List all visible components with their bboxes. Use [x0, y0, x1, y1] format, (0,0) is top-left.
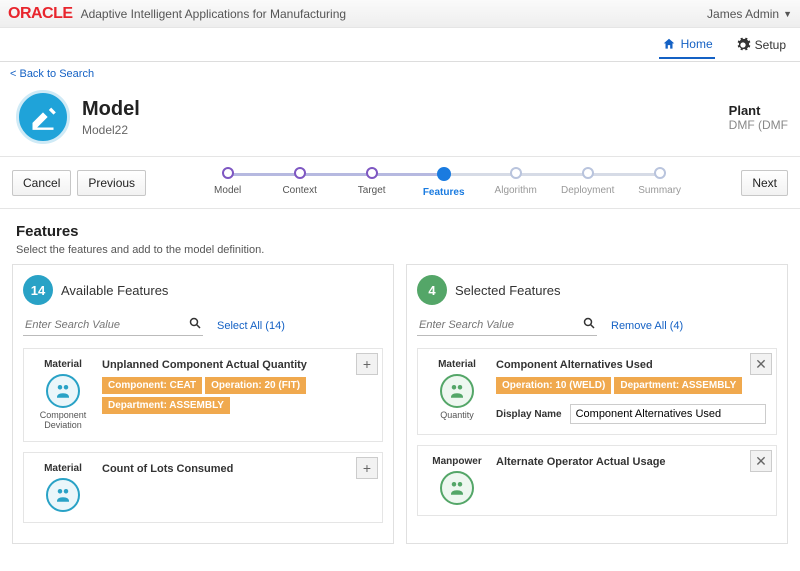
plant-info: Plant DMF (DMF — [729, 103, 788, 132]
category-icon — [440, 374, 474, 408]
step-circle — [222, 167, 234, 179]
select-all-link[interactable]: Select All (14) — [217, 320, 285, 332]
display-name-label: Display Name — [496, 409, 562, 420]
category-icon — [46, 478, 80, 512]
category-sublabel: Component Deviation — [34, 411, 92, 431]
model-name: Model22 — [82, 123, 140, 137]
feature-name: Count of Lots Consumed — [102, 463, 372, 475]
step-deployment[interactable]: Deployment — [552, 167, 624, 196]
previous-button[interactable]: Previous — [77, 170, 146, 196]
step-circle — [582, 167, 594, 179]
feature-name: Alternate Operator Actual Usage — [496, 456, 766, 468]
category-label: Manpower — [432, 456, 481, 467]
category-label: Material — [44, 463, 82, 474]
selected-count-badge: 4 — [417, 275, 447, 305]
category-label: Material — [44, 359, 82, 370]
tag: Department: ASSEMBLY — [614, 377, 742, 394]
category-sublabel: Quantity — [440, 411, 474, 421]
step-summary[interactable]: Summary — [624, 167, 696, 196]
top-bar: ORACLE Adaptive Intelligent Applications… — [0, 0, 800, 28]
user-menu[interactable]: James Admin ▼ — [707, 7, 792, 21]
page-title: Model — [82, 98, 140, 121]
step-label: Deployment — [561, 185, 614, 196]
step-circle — [437, 167, 451, 181]
feature-name: Component Alternatives Used — [496, 359, 766, 371]
tag: Operation: 20 (FIT) — [205, 377, 306, 394]
model-icon — [16, 90, 70, 144]
remove-all-link[interactable]: Remove All (4) — [611, 320, 683, 332]
cancel-button[interactable]: Cancel — [12, 170, 71, 196]
add-feature-button[interactable]: + — [356, 353, 378, 375]
remove-feature-button[interactable]: ✕ — [750, 450, 772, 472]
nav-home-label: Home — [681, 37, 713, 51]
step-label: Target — [358, 185, 386, 196]
selected-title: Selected Features — [455, 283, 561, 298]
category-icon — [440, 471, 474, 505]
add-feature-button[interactable]: + — [356, 457, 378, 479]
feature-name: Unplanned Component Actual Quantity — [102, 359, 372, 371]
display-name-input[interactable] — [570, 404, 766, 424]
step-circle — [366, 167, 378, 179]
step-label: Context — [282, 185, 316, 196]
section-title: Features — [16, 223, 784, 240]
step-label: Features — [423, 187, 465, 198]
gear-icon — [735, 37, 751, 53]
category-icon — [46, 374, 80, 408]
plant-label: Plant — [729, 103, 788, 118]
available-features-panel: 14 Available Features Select All (14) + M… — [12, 264, 394, 544]
remove-feature-button[interactable]: ✕ — [750, 353, 772, 375]
tag-list: Component: CEATOperation: 20 (FIT) Depart… — [102, 377, 372, 414]
step-algorithm[interactable]: Algorithm — [480, 167, 552, 196]
nav-setup-label: Setup — [755, 38, 786, 52]
oracle-logo: ORACLE — [8, 5, 73, 23]
available-search-input[interactable] — [23, 315, 203, 336]
tag: Component: CEAT — [102, 377, 202, 394]
chevron-down-icon: ▼ — [783, 9, 792, 19]
step-model[interactable]: Model — [192, 167, 264, 196]
step-context[interactable]: Context — [264, 167, 336, 196]
selected-search-input[interactable] — [417, 315, 597, 336]
step-label: Algorithm — [495, 185, 537, 196]
user-name: James Admin — [707, 7, 779, 21]
step-target[interactable]: Target — [336, 167, 408, 196]
feature-card: + Material Component Deviation Unplanned Co… — [23, 348, 383, 442]
search-icon[interactable] — [189, 317, 201, 332]
step-circle — [294, 167, 306, 179]
selected-features-panel: 4 Selected Features Remove All (4) ✕ Mate… — [406, 264, 788, 544]
feature-card: ✕ Material Quantity Component Alternatives … — [417, 348, 777, 435]
app-name: Adaptive Intelligent Applications for Ma… — [81, 7, 347, 21]
nav-home[interactable]: Home — [659, 31, 715, 59]
search-icon[interactable] — [583, 317, 595, 332]
step-label: Summary — [638, 185, 681, 196]
next-button[interactable]: Next — [741, 170, 788, 196]
step-circle — [510, 167, 522, 179]
section-desc: Select the features and add to the model… — [16, 244, 784, 256]
feature-panels: 14 Available Features Select All (14) + M… — [0, 264, 800, 556]
tag-list: Operation: 10 (WELD)Department: ASSEMBLY — [496, 377, 766, 394]
feature-card: ✕ Manpower Alternate Operator Actual Usage — [417, 445, 777, 516]
wizard-bar: Cancel Previous Model Context Target Featur… — [0, 156, 800, 209]
tag: Operation: 10 (WELD) — [496, 377, 611, 394]
nav-setup[interactable]: Setup — [733, 31, 788, 59]
page-header: Model Model22 Plant DMF (DMF — [0, 86, 800, 156]
tag: Department: ASSEMBLY — [102, 397, 230, 414]
available-count-badge: 14 — [23, 275, 53, 305]
step-features[interactable]: Features — [408, 167, 480, 198]
category-label: Material — [438, 359, 476, 370]
plant-value: DMF (DMF — [729, 118, 788, 132]
nav-bar: Home Setup — [0, 28, 800, 62]
home-icon — [661, 37, 677, 51]
step-circle — [654, 167, 666, 179]
section-header: Features Select the features and add to … — [0, 209, 800, 264]
available-title: Available Features — [61, 283, 168, 298]
wizard-steps: Model Context Target Features Algorithm Deplo… — [166, 167, 721, 198]
feature-card: + Material Count of Lots Consumed — [23, 452, 383, 523]
step-label: Model — [214, 185, 241, 196]
back-to-search-link[interactable]: < Back to Search — [0, 62, 104, 86]
